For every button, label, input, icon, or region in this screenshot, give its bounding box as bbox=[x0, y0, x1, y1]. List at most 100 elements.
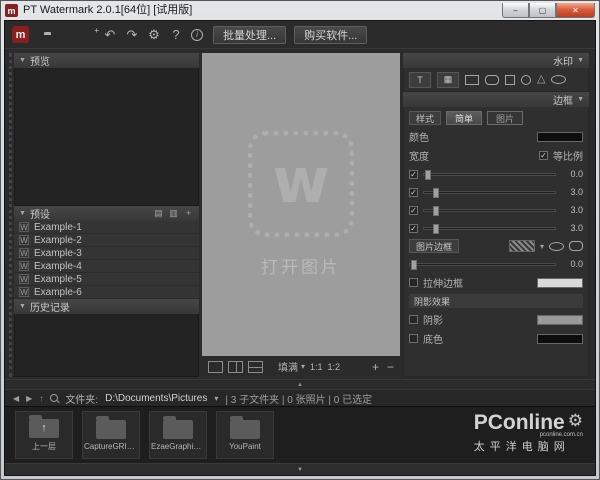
border-width-slider[interactable] bbox=[423, 191, 556, 194]
preset-label: Example-2 bbox=[34, 235, 82, 246]
app-icon: m bbox=[5, 4, 18, 17]
image-canvas[interactable]: w 打开图片 bbox=[202, 53, 400, 356]
add-text-watermark-button[interactable]: T bbox=[409, 72, 431, 88]
panel-collapse-handle[interactable]: ▲ bbox=[5, 379, 595, 389]
slider-value: 3.0 bbox=[561, 187, 583, 197]
frame-rounded-icon[interactable] bbox=[569, 241, 583, 251]
zoom-1-1-button[interactable]: 1:1 bbox=[310, 362, 323, 372]
rectangle-shape-icon[interactable] bbox=[465, 75, 479, 85]
border-color-swatch[interactable] bbox=[537, 132, 583, 142]
border-width-slider[interactable] bbox=[423, 227, 556, 230]
stretch-checkbox[interactable] bbox=[409, 278, 418, 287]
maximize-button[interactable]: ▢ bbox=[529, 3, 556, 18]
preset-item[interactable]: WExample-5 bbox=[14, 273, 199, 286]
redo-button[interactable]: ↷ bbox=[125, 28, 139, 42]
background-color-swatch[interactable] bbox=[537, 334, 583, 344]
add-image-watermark-button[interactable]: ▦ bbox=[437, 72, 459, 88]
preview-panel bbox=[14, 68, 199, 206]
frame-size-slider[interactable] bbox=[409, 263, 556, 266]
presets-header-label: 预设 bbox=[30, 206, 50, 221]
pconline-site-text: 太平洋电脑网 bbox=[474, 438, 583, 454]
zoom-in-button[interactable]: + bbox=[372, 360, 379, 374]
border-slider-row: ✓ 3.0 bbox=[409, 221, 583, 235]
preset-item[interactable]: WExample-2 bbox=[14, 234, 199, 247]
help-button[interactable]: ? bbox=[169, 28, 183, 42]
about-button[interactable]: i bbox=[191, 29, 205, 41]
slider-knob[interactable] bbox=[411, 260, 417, 270]
import-preset-icon[interactable]: ▤ bbox=[153, 208, 164, 219]
history-section-header[interactable]: ▼ 历史记录 bbox=[14, 299, 199, 314]
folder-thumbnail[interactable]: EzaeGraphicD... bbox=[149, 411, 207, 459]
slider-value: 0.0 bbox=[561, 169, 583, 179]
add-preset-icon[interactable]: + bbox=[183, 208, 194, 219]
preset-item[interactable]: WExample-3 bbox=[14, 247, 199, 260]
shadow-color-swatch[interactable] bbox=[537, 315, 583, 325]
buy-software-button[interactable]: 购买软件... bbox=[294, 26, 367, 44]
slider-checkbox[interactable]: ✓ bbox=[409, 188, 418, 197]
background-checkbox[interactable] bbox=[409, 334, 418, 343]
zoom-1-2-button[interactable]: 1:2 bbox=[328, 362, 341, 372]
slider-knob[interactable] bbox=[425, 170, 431, 180]
filmstrip-collapse-handle[interactable]: ▼ bbox=[5, 463, 595, 475]
border-section-header[interactable]: 边框 ▼ bbox=[403, 92, 589, 107]
main-area: ▼ 预览 ▼ 预设 ▤ ▥ + WExample-1 WExample-2 bbox=[5, 49, 595, 379]
split-view-icon[interactable] bbox=[228, 361, 243, 373]
frame-ellipse-icon[interactable] bbox=[549, 242, 564, 251]
border-color-label: 颜色 bbox=[409, 129, 429, 144]
chevron-down-icon[interactable]: ▾ bbox=[214, 394, 218, 403]
batch-process-button[interactable]: 批量处理... bbox=[213, 26, 286, 44]
stretch-color-swatch[interactable] bbox=[537, 278, 583, 288]
border-tab-simple[interactable]: 简单 bbox=[446, 111, 482, 125]
slider-checkbox[interactable]: ✓ bbox=[409, 224, 418, 233]
slider-knob[interactable] bbox=[433, 188, 439, 198]
presets-section-header[interactable]: ▼ 预设 ▤ ▥ + bbox=[14, 206, 199, 221]
square-shape-icon[interactable] bbox=[505, 75, 515, 85]
single-view-icon[interactable] bbox=[208, 361, 223, 373]
up-folder-button[interactable]: ↑ bbox=[39, 394, 43, 403]
minimize-button[interactable]: – bbox=[502, 3, 529, 18]
shadow-checkbox[interactable] bbox=[409, 315, 418, 324]
rounded-rect-shape-icon[interactable] bbox=[485, 75, 499, 85]
undo-button[interactable]: ↶ bbox=[103, 28, 117, 42]
back-button[interactable]: ◀ bbox=[13, 394, 19, 403]
fit-mode-dropdown[interactable]: 填满 ▾ bbox=[278, 359, 305, 374]
forward-button[interactable]: ▶ bbox=[26, 394, 32, 403]
slider-knob[interactable] bbox=[433, 224, 439, 234]
folder-thumbnail-up[interactable]: ↑ 上一层 bbox=[15, 411, 73, 459]
border-width-slider[interactable] bbox=[423, 173, 556, 176]
image-tool-icon: ▦ bbox=[444, 74, 453, 85]
ellipse-shape-icon[interactable] bbox=[551, 75, 566, 84]
triangle-shape-icon[interactable]: △ bbox=[537, 74, 545, 85]
watermark-section-header[interactable]: 水印 ▼ bbox=[403, 53, 589, 68]
folder-up-icon: ↑ bbox=[29, 419, 59, 438]
open-image-placeholder[interactable]: 打开图片 bbox=[261, 253, 341, 278]
folder-thumbnail[interactable]: YouPaint bbox=[216, 411, 274, 459]
preset-item[interactable]: WExample-6 bbox=[14, 286, 199, 299]
circle-shape-icon[interactable] bbox=[521, 75, 531, 85]
export-preset-icon[interactable]: ▥ bbox=[168, 208, 179, 219]
search-icon[interactable] bbox=[50, 394, 58, 402]
slider-checkbox[interactable]: ✓ bbox=[409, 206, 418, 215]
collapse-triangle-icon: ▼ bbox=[19, 210, 26, 217]
folder-thumbnail[interactable]: CaptureGRID 4 bbox=[82, 411, 140, 459]
frame-pattern-swatch[interactable] bbox=[509, 240, 535, 252]
picture-frame-label: 图片边框 bbox=[409, 239, 459, 253]
slider-knob[interactable] bbox=[433, 206, 439, 216]
caption-buttons: – ▢ ✕ bbox=[502, 3, 595, 18]
canvas-toolbar: 填满 ▾ 1:1 1:2 + − bbox=[202, 356, 400, 377]
border-width-slider[interactable] bbox=[423, 209, 556, 212]
grid-view-icon[interactable] bbox=[248, 361, 263, 373]
preview-section-header[interactable]: ▼ 预览 bbox=[14, 53, 199, 68]
settings-button[interactable]: ⚙ bbox=[147, 28, 161, 42]
border-tab-image[interactable]: 图片 bbox=[487, 111, 523, 125]
slider-checkbox[interactable]: ✓ bbox=[409, 170, 418, 179]
current-folder-path[interactable]: D:\Documents\Pictures bbox=[105, 393, 207, 404]
pconline-watermark: PConline ⚙ pconline.com.cn 太平洋电脑网 bbox=[474, 412, 583, 454]
preset-item[interactable]: WExample-1 bbox=[14, 221, 199, 234]
lock-ratio-checkbox[interactable]: ✓ bbox=[539, 151, 548, 160]
zoom-out-button[interactable]: − bbox=[387, 360, 394, 374]
watermark-stamp-logo: w bbox=[248, 131, 354, 237]
close-button[interactable]: ✕ bbox=[556, 3, 595, 18]
preset-item[interactable]: WExample-4 bbox=[14, 260, 199, 273]
left-panel: ▼ 预览 ▼ 预设 ▤ ▥ + WExample-1 WExample-2 bbox=[9, 53, 199, 377]
